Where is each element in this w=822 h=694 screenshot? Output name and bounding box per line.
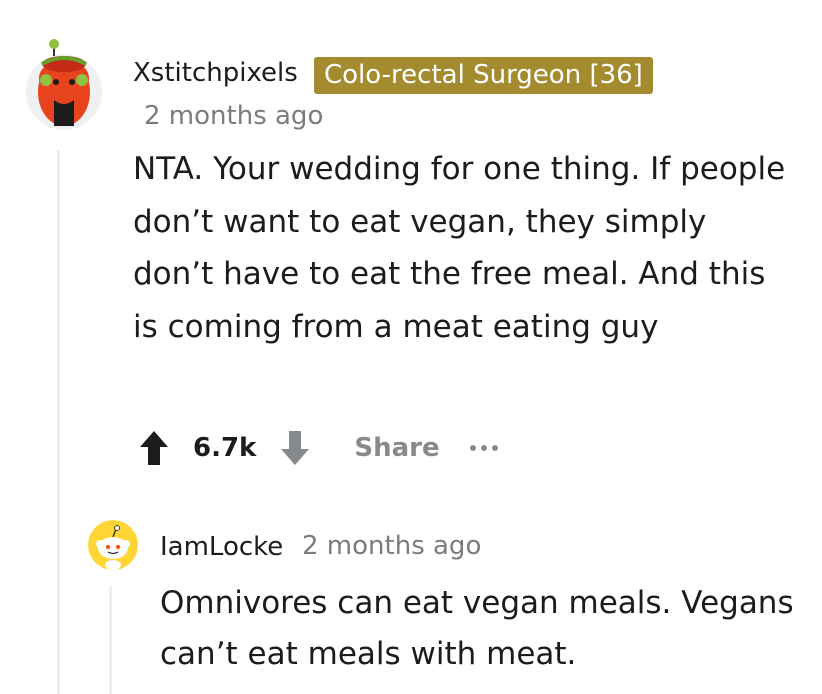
- user-flair-badge: Colo-rectal Surgeon [36]: [314, 57, 653, 94]
- snoo-avatar-icon: [88, 520, 138, 570]
- more-options-icon[interactable]: [469, 445, 498, 451]
- comment-username[interactable]: Xstitchpixels: [133, 58, 298, 88]
- reply-username[interactable]: IamLocke: [160, 532, 283, 562]
- comment-body: NTA. Your wedding for one thing. If peop…: [133, 151, 786, 345]
- snoo-avatar-icon: [26, 39, 102, 130]
- reply-timestamp[interactable]: 2 months ago: [302, 531, 481, 561]
- reply-body: Omnivores can eat vegan meals. Vegans ca…: [160, 585, 794, 672]
- downvote-arrow-icon[interactable]: [278, 428, 312, 468]
- vote-score: 6.7k: [193, 433, 257, 463]
- upvote-arrow-icon[interactable]: [137, 428, 171, 468]
- reply-thread-line[interactable]: [109, 585, 112, 694]
- comment-action-bar: 6.7k Share: [137, 424, 498, 472]
- comment-timestamp[interactable]: 2 months ago: [144, 101, 323, 131]
- reply-user-avatar[interactable]: [88, 520, 138, 570]
- user-avatar[interactable]: [24, 38, 104, 130]
- comment-thread-line[interactable]: [57, 150, 60, 694]
- share-button[interactable]: Share: [354, 433, 439, 463]
